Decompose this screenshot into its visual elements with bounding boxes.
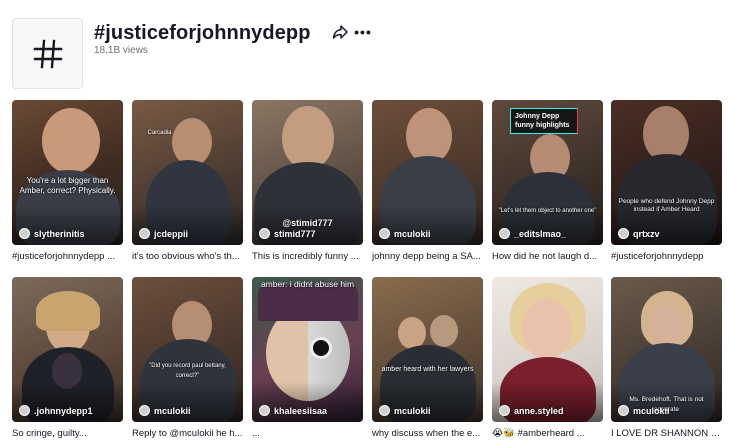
video-author: mculokii <box>618 405 670 416</box>
hashtag-header: #justiceforjohnnydepp 18.1B views ••• <box>12 18 712 90</box>
video-author: qrtxzv <box>618 228 660 239</box>
video-caption[interactable]: 😭🐝 #amberheard ... <box>492 428 603 439</box>
video-author: slytherinitis <box>19 228 85 239</box>
video-author: jcdeppii <box>139 228 188 239</box>
author-avatar <box>379 405 390 416</box>
author-avatar <box>259 228 270 239</box>
video-thumbnail: People who defend Johnny Depp instead if… <box>611 100 722 245</box>
video-thumbnail: anne.styled <box>492 277 603 422</box>
video-overlay-text: "Let's let them object to another one" <box>498 208 597 214</box>
more-options-button[interactable]: ••• <box>354 24 372 40</box>
author-avatar <box>259 405 270 416</box>
author-avatar <box>618 228 629 239</box>
more-icon: ••• <box>354 24 372 40</box>
author-avatar <box>379 228 390 239</box>
video-caption[interactable]: How did he not laugh d... <box>492 251 603 262</box>
video-card[interactable]: People who defend Johnny Depp instead if… <box>611 100 722 262</box>
video-caption[interactable]: #justiceforjohnnydepp <box>611 251 722 262</box>
video-author: .johnnydepp1 <box>19 405 93 416</box>
video-overlay-text: amber heard with her lawyers <box>381 366 474 373</box>
video-card[interactable]: Carcadia jcdeppii it's too obvious who's… <box>132 100 243 262</box>
video-thumbnail: amber: i didnt abuse him khaleesiisaa <box>252 277 363 422</box>
share-button[interactable] <box>332 24 348 40</box>
video-card[interactable]: @stimid777 stimid777 This is incredibly … <box>252 100 363 262</box>
share-icon <box>332 25 348 39</box>
video-author: mculokii <box>379 228 431 239</box>
video-caption[interactable]: johnny depp being a SA... <box>372 251 483 262</box>
view-count: 18.1B views <box>94 45 148 56</box>
video-caption[interactable]: it's too obvious who's th... <box>132 251 243 262</box>
video-caption[interactable]: #justiceforjohnnydepp ... <box>12 251 123 262</box>
author-avatar <box>618 405 629 416</box>
video-author: mculokii <box>379 405 431 416</box>
video-card[interactable]: amber heard with her lawyers mculokii wh… <box>372 277 483 439</box>
video-thumbnail: You're a lot bigger than Amber, correct?… <box>12 100 123 245</box>
video-author: anne.styled <box>499 405 564 416</box>
video-overlay-text: You're a lot bigger than Amber, correct?… <box>19 176 116 195</box>
video-thumbnail: @stimid777 stimid777 <box>252 100 363 245</box>
video-thumbnail: amber heard with her lawyers mculokii <box>372 277 483 422</box>
video-overlay-text: @stimid777 <box>282 218 333 228</box>
video-overlay-text: amber: i didnt abuse him <box>260 279 355 289</box>
video-card[interactable]: mculokii johnny depp being a SA... <box>372 100 483 262</box>
video-caption[interactable]: Reply to @mculokii he h... <box>132 428 243 439</box>
video-card[interactable]: "Did you record paul bettany, correct?" … <box>132 277 243 439</box>
author-avatar <box>499 228 510 239</box>
video-card[interactable]: amber: i didnt abuse him khaleesiisaa ..… <box>252 277 363 439</box>
video-card[interactable]: anne.styled 😭🐝 #amberheard ... <box>492 277 603 439</box>
author-avatar <box>19 405 30 416</box>
video-thumbnail: Johnny Depp funny highlights "Let's let … <box>492 100 603 245</box>
video-card[interactable]: .johnnydepp1 So cringe, guilty... <box>12 277 123 439</box>
video-thumbnail: Ms. Bredehoft. That is not accurate mcul… <box>611 277 722 422</box>
hashtag-icon <box>33 39 62 68</box>
video-caption[interactable]: This is incredibly funny ... <box>252 251 363 262</box>
video-badge: Johnny Depp funny highlights <box>510 108 578 134</box>
video-thumbnail: .johnnydepp1 <box>12 277 123 422</box>
page-title: #justiceforjohnnydepp <box>94 22 311 44</box>
video-card[interactable]: You're a lot bigger than Amber, correct?… <box>12 100 123 262</box>
video-caption[interactable]: So cringe, guilty... <box>12 428 123 439</box>
hashtag-avatar <box>12 18 83 89</box>
video-overlay-text: "Did you record paul bettany, correct?" <box>149 363 226 379</box>
author-avatar <box>499 405 510 416</box>
video-author: stimid777 <box>259 228 316 239</box>
author-avatar <box>19 228 30 239</box>
video-card[interactable]: Ms. Bredehoft. That is not accurate mcul… <box>611 277 722 439</box>
video-caption[interactable]: ... <box>252 428 363 439</box>
video-overlay-text: Carcadia <box>147 130 172 136</box>
video-overlay-text: People who defend Johnny Depp instead if… <box>618 198 715 213</box>
video-author: mculokii <box>139 405 191 416</box>
author-avatar <box>139 405 150 416</box>
video-caption[interactable]: why discuss when the e... <box>372 428 483 439</box>
video-thumbnail: mculokii <box>372 100 483 245</box>
video-caption[interactable]: I LOVE DR SHANNON C... <box>611 428 722 439</box>
video-author: khaleesiisaa <box>259 405 327 416</box>
video-thumbnail: "Did you record paul bettany, correct?" … <box>132 277 243 422</box>
author-avatar <box>139 228 150 239</box>
video-author: _editslmao_ <box>499 228 566 239</box>
video-card[interactable]: Johnny Depp funny highlights "Let's let … <box>492 100 603 262</box>
video-thumbnail: Carcadia jcdeppii <box>132 100 243 245</box>
